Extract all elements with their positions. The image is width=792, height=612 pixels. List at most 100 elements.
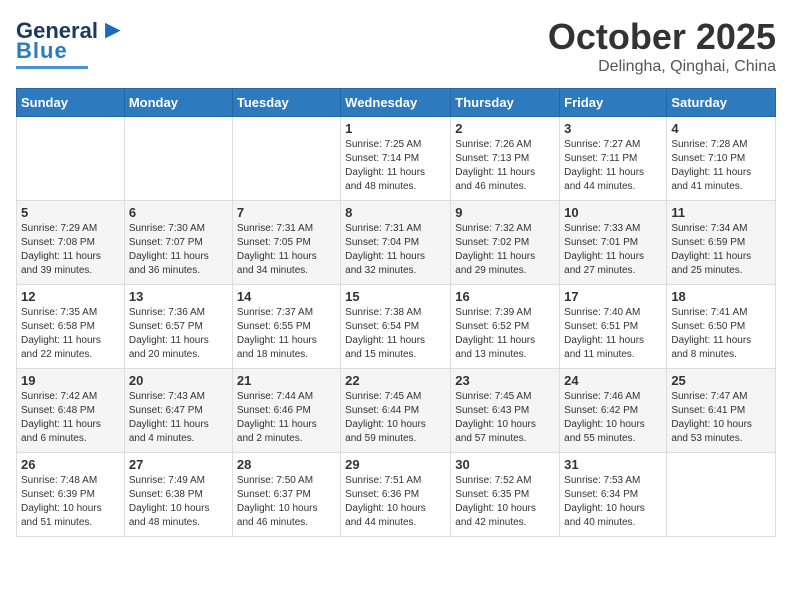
calendar-cell: [232, 117, 340, 201]
day-number: 25: [671, 373, 771, 388]
header-saturday: Saturday: [667, 89, 776, 117]
day-number: 14: [237, 289, 336, 304]
calendar-cell: 26Sunrise: 7:48 AM Sunset: 6:39 PM Dayli…: [17, 453, 125, 537]
calendar-week-row: 1 Sunrise: 7:25 AM Sunset: 7:14 PM Daylig…: [17, 117, 776, 201]
day-number: 21: [237, 373, 336, 388]
day-number: 26: [21, 457, 120, 472]
day-info: Sunrise: 7:51 AM Sunset: 6:36 PM Dayligh…: [345, 474, 446, 530]
day-number: 12: [21, 289, 120, 304]
day-number: 30: [455, 457, 555, 472]
calendar-cell: 3Sunrise: 7:27 AM Sunset: 7:11 PM Daylig…: [560, 117, 667, 201]
calendar-title-block: October 2025 Delingha, Qinghai, China: [548, 16, 776, 76]
calendar-cell: 20 Sunrise: 7:43 AM Sunset: 6:47 PM Dayli…: [124, 369, 232, 453]
calendar-cell: 22 Sunrise: 7:45 AM Sunset: 6:44 PM Dayli…: [341, 369, 451, 453]
day-info: Sunrise: 7:47 AM Sunset: 6:41 PM Dayligh…: [671, 390, 771, 446]
page-header: General► Blue October 2025 Delingha, Qin…: [16, 16, 776, 76]
day-info: Sunrise: 7:29 AM Sunset: 7:08 PM Dayligh…: [21, 222, 120, 278]
day-number: 29: [345, 457, 446, 472]
day-info: Sunrise: 7:43 AM Sunset: 6:47 PM Dayligh…: [129, 390, 228, 446]
calendar-week-row: 12Sunrise: 7:35 AM Sunset: 6:58 PM Dayli…: [17, 285, 776, 369]
calendar-cell: 29 Sunrise: 7:51 AM Sunset: 6:36 PM Dayli…: [341, 453, 451, 537]
header-monday: Monday: [124, 89, 232, 117]
calendar-cell: 10Sunrise: 7:33 AM Sunset: 7:01 PM Dayli…: [560, 201, 667, 285]
calendar-cell: 6 Sunrise: 7:30 AM Sunset: 7:07 PM Daylig…: [124, 201, 232, 285]
day-info: Sunrise: 7:49 AM Sunset: 6:38 PM Dayligh…: [129, 474, 228, 530]
calendar-cell: 13 Sunrise: 7:36 AM Sunset: 6:57 PM Dayli…: [124, 285, 232, 369]
day-number: 6: [129, 205, 228, 220]
day-number: 31: [564, 457, 662, 472]
calendar-table: SundayMondayTuesdayWednesdayThursdayFrid…: [16, 88, 776, 537]
calendar-week-row: 26Sunrise: 7:48 AM Sunset: 6:39 PM Dayli…: [17, 453, 776, 537]
day-info: Sunrise: 7:32 AM Sunset: 7:02 PM Dayligh…: [455, 222, 555, 278]
day-number: 23: [455, 373, 555, 388]
day-info: Sunrise: 7:38 AM Sunset: 6:54 PM Dayligh…: [345, 306, 446, 362]
day-number: 9: [455, 205, 555, 220]
day-info: Sunrise: 7:33 AM Sunset: 7:01 PM Dayligh…: [564, 222, 662, 278]
calendar-cell: 9 Sunrise: 7:32 AM Sunset: 7:02 PM Daylig…: [451, 201, 560, 285]
day-info: Sunrise: 7:30 AM Sunset: 7:07 PM Dayligh…: [129, 222, 228, 278]
day-info: Sunrise: 7:39 AM Sunset: 6:52 PM Dayligh…: [455, 306, 555, 362]
day-info: Sunrise: 7:26 AM Sunset: 7:13 PM Dayligh…: [455, 138, 555, 194]
calendar-cell: 14 Sunrise: 7:37 AM Sunset: 6:55 PM Dayli…: [232, 285, 340, 369]
calendar-week-row: 5 Sunrise: 7:29 AM Sunset: 7:08 PM Daylig…: [17, 201, 776, 285]
day-info: Sunrise: 7:36 AM Sunset: 6:57 PM Dayligh…: [129, 306, 228, 362]
day-info: Sunrise: 7:45 AM Sunset: 6:43 PM Dayligh…: [455, 390, 555, 446]
day-info: Sunrise: 7:46 AM Sunset: 6:42 PM Dayligh…: [564, 390, 662, 446]
day-number: 28: [237, 457, 336, 472]
day-info: Sunrise: 7:45 AM Sunset: 6:44 PM Dayligh…: [345, 390, 446, 446]
calendar-cell: 31 Sunrise: 7:53 AM Sunset: 6:34 PM Dayli…: [560, 453, 667, 537]
calendar-location: Delingha, Qinghai, China: [548, 58, 776, 76]
day-info: Sunrise: 7:34 AM Sunset: 6:59 PM Dayligh…: [671, 222, 771, 278]
day-number: 13: [129, 289, 228, 304]
calendar-cell: [667, 453, 776, 537]
calendar-cell: [124, 117, 232, 201]
calendar-cell: 12Sunrise: 7:35 AM Sunset: 6:58 PM Dayli…: [17, 285, 125, 369]
calendar-cell: 11Sunrise: 7:34 AM Sunset: 6:59 PM Dayli…: [667, 201, 776, 285]
day-number: 17: [564, 289, 662, 304]
header-sunday: Sunday: [17, 89, 125, 117]
day-info: Sunrise: 7:37 AM Sunset: 6:55 PM Dayligh…: [237, 306, 336, 362]
day-number: 24: [564, 373, 662, 388]
day-number: 1: [345, 121, 446, 136]
calendar-cell: 30 Sunrise: 7:52 AM Sunset: 6:35 PM Dayli…: [451, 453, 560, 537]
day-number: 2: [455, 121, 555, 136]
day-info: Sunrise: 7:50 AM Sunset: 6:37 PM Dayligh…: [237, 474, 336, 530]
day-number: 16: [455, 289, 555, 304]
day-number: 8: [345, 205, 446, 220]
day-info: Sunrise: 7:41 AM Sunset: 6:50 PM Dayligh…: [671, 306, 771, 362]
day-number: 18: [671, 289, 771, 304]
header-wednesday: Wednesday: [341, 89, 451, 117]
day-number: 22: [345, 373, 446, 388]
day-info: Sunrise: 7:44 AM Sunset: 6:46 PM Dayligh…: [237, 390, 336, 446]
day-number: 5: [21, 205, 120, 220]
calendar-week-row: 19 Sunrise: 7:42 AM Sunset: 6:48 PM Dayli…: [17, 369, 776, 453]
day-info: Sunrise: 7:53 AM Sunset: 6:34 PM Dayligh…: [564, 474, 662, 530]
header-friday: Friday: [560, 89, 667, 117]
calendar-cell: 24 Sunrise: 7:46 AM Sunset: 6:42 PM Dayli…: [560, 369, 667, 453]
day-number: 7: [237, 205, 336, 220]
day-info: Sunrise: 7:27 AM Sunset: 7:11 PM Dayligh…: [564, 138, 662, 194]
header-tuesday: Tuesday: [232, 89, 340, 117]
day-number: 19: [21, 373, 120, 388]
day-number: 20: [129, 373, 228, 388]
calendar-cell: 1 Sunrise: 7:25 AM Sunset: 7:14 PM Daylig…: [341, 117, 451, 201]
calendar-cell: 8Sunrise: 7:31 AM Sunset: 7:04 PM Daylig…: [341, 201, 451, 285]
day-number: 27: [129, 457, 228, 472]
day-info: Sunrise: 7:31 AM Sunset: 7:05 PM Dayligh…: [237, 222, 336, 278]
day-info: Sunrise: 7:25 AM Sunset: 7:14 PM Dayligh…: [345, 138, 446, 194]
day-number: 15: [345, 289, 446, 304]
day-number: 4: [671, 121, 771, 136]
day-info: Sunrise: 7:40 AM Sunset: 6:51 PM Dayligh…: [564, 306, 662, 362]
header-thursday: Thursday: [451, 89, 560, 117]
calendar-cell: 16 Sunrise: 7:39 AM Sunset: 6:52 PM Dayli…: [451, 285, 560, 369]
calendar-cell: [17, 117, 125, 201]
day-info: Sunrise: 7:52 AM Sunset: 6:35 PM Dayligh…: [455, 474, 555, 530]
calendar-cell: 23 Sunrise: 7:45 AM Sunset: 6:43 PM Dayli…: [451, 369, 560, 453]
day-info: Sunrise: 7:28 AM Sunset: 7:10 PM Dayligh…: [671, 138, 771, 194]
day-info: Sunrise: 7:42 AM Sunset: 6:48 PM Dayligh…: [21, 390, 120, 446]
calendar-cell: 7 Sunrise: 7:31 AM Sunset: 7:05 PM Daylig…: [232, 201, 340, 285]
calendar-cell: 19 Sunrise: 7:42 AM Sunset: 6:48 PM Dayli…: [17, 369, 125, 453]
calendar-cell: 27 Sunrise: 7:49 AM Sunset: 6:38 PM Dayli…: [124, 453, 232, 537]
calendar-cell: 18 Sunrise: 7:41 AM Sunset: 6:50 PM Dayli…: [667, 285, 776, 369]
calendar-header-row: SundayMondayTuesdayWednesdayThursdayFrid…: [17, 89, 776, 117]
